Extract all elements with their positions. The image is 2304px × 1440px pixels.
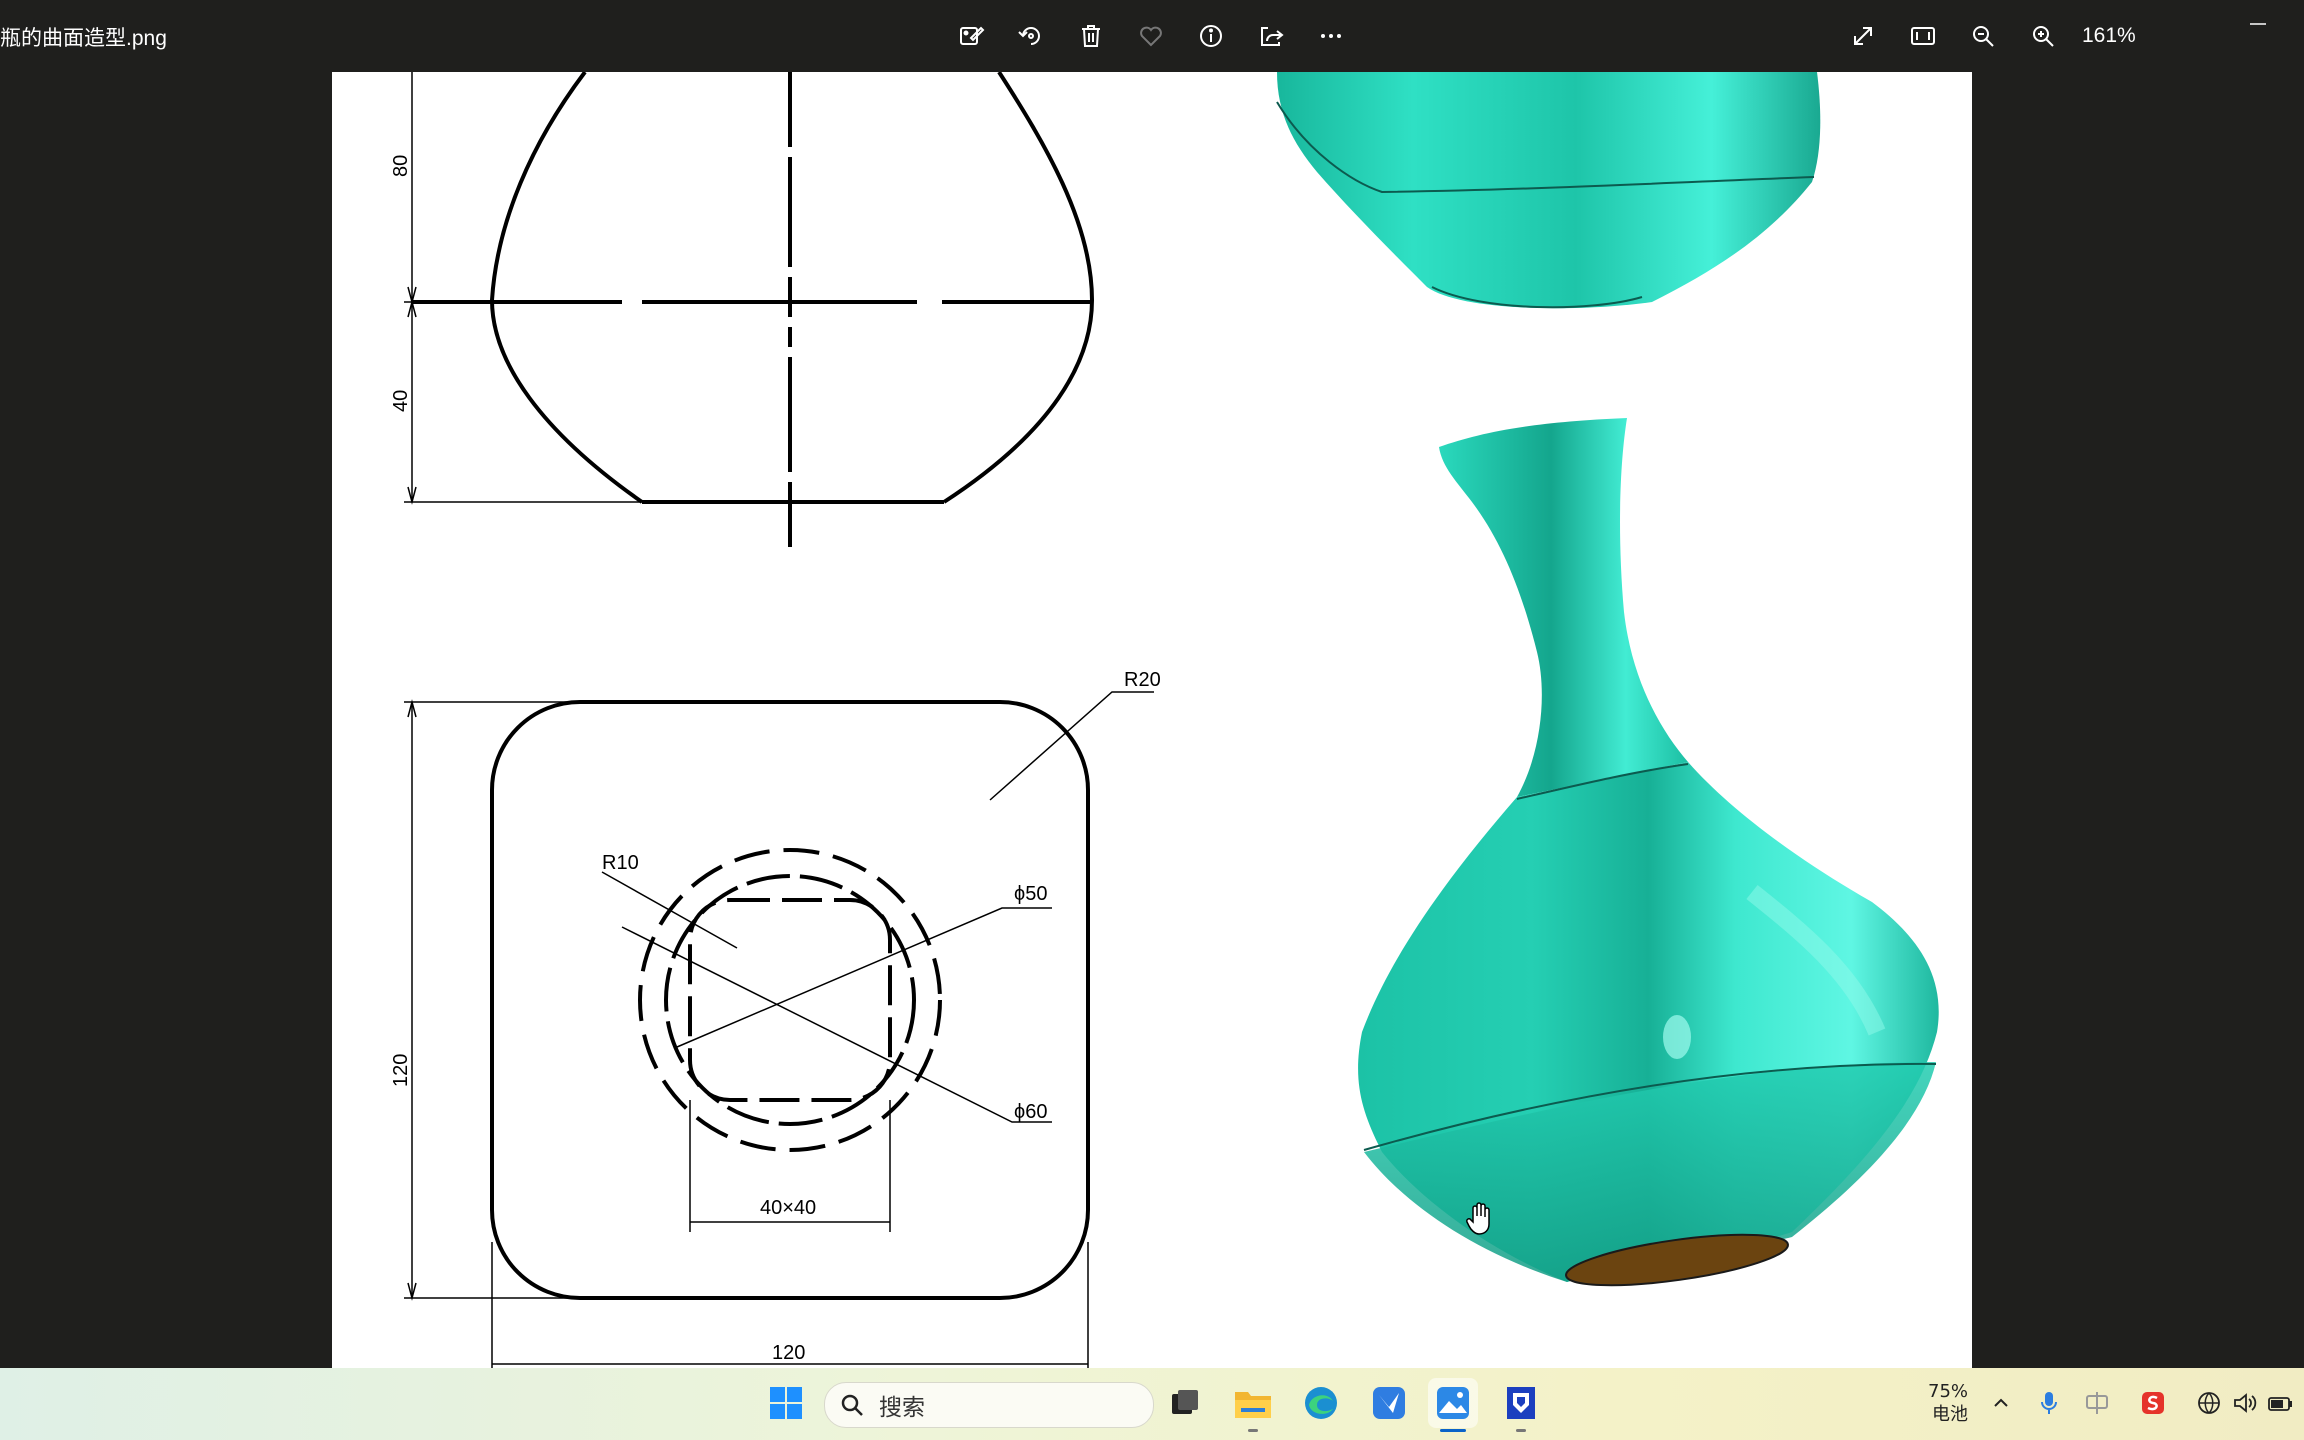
fullscreen-icon[interactable] <box>1843 16 1883 56</box>
task-view-icon[interactable] <box>1160 1378 1210 1428</box>
battery-icon[interactable] <box>2266 1388 2296 1418</box>
favorite-icon[interactable] <box>1131 16 1171 56</box>
file-explorer-icon[interactable] <box>1228 1378 1278 1432</box>
volume-icon[interactable] <box>2230 1388 2260 1418</box>
edge-icon[interactable] <box>1296 1378 1346 1428</box>
taskbar: 搜索 75% 电池 <box>0 1368 2304 1440</box>
share-icon[interactable] <box>1251 16 1291 56</box>
zoom-level-readout[interactable]: 161% <box>2082 24 2136 48</box>
delete-icon[interactable] <box>1071 16 1111 56</box>
phi50-label: ϕ50 <box>1014 883 1047 905</box>
phi60-label: ϕ60 <box>1014 1101 1047 1123</box>
rotate-icon[interactable] <box>1011 16 1051 56</box>
dim-40-label: 40 <box>390 390 412 412</box>
info-icon[interactable] <box>1191 16 1231 56</box>
sogou-ime-icon[interactable] <box>2138 1388 2168 1418</box>
search-box[interactable]: 搜索 <box>824 1382 1154 1428</box>
r20-label: R20 <box>1124 669 1161 691</box>
feishu-icon[interactable] <box>1364 1378 1414 1428</box>
r10-label: R10 <box>602 852 639 874</box>
start-icon[interactable] <box>761 1378 811 1428</box>
image-canvas[interactable]: 80 40 120 120 R20 R10 ϕ50 ϕ60 40×40 <box>332 72 1972 1368</box>
dim-80-label: 80 <box>390 155 412 177</box>
drawing-image: 80 40 120 120 R20 R10 ϕ50 ϕ60 40×40 <box>390 72 1939 1368</box>
title-toolbar: 瓶的曲面造型.png 161% <box>0 0 2304 72</box>
search-icon <box>841 1394 863 1416</box>
dim-40x40-label: 40×40 <box>760 1197 816 1219</box>
ime-icon[interactable] <box>2082 1388 2112 1418</box>
model-vase-3d <box>1358 418 1939 1287</box>
chevron-up-icon[interactable] <box>1986 1388 2016 1418</box>
minimize-icon[interactable] <box>2244 8 2274 38</box>
zoom-out-icon[interactable] <box>1963 16 2003 56</box>
photos-icon[interactable] <box>1428 1378 1478 1432</box>
battery-status[interactable]: 75% 电池 <box>1928 1380 1968 1426</box>
more-icon[interactable] <box>1311 16 1351 56</box>
search-placeholder: 搜索 <box>879 1395 925 1421</box>
dim-120-horizontal-label: 120 <box>772 1342 805 1364</box>
file-name-title: 瓶的曲面造型.png <box>0 27 167 50</box>
fit-window-icon[interactable] <box>1903 16 1943 56</box>
network-icon[interactable] <box>2194 1388 2224 1418</box>
front-view-drawing <box>404 72 1095 547</box>
cad-app-icon[interactable] <box>1496 1378 1546 1432</box>
battery-label: 电池 <box>1932 1404 1969 1425</box>
dim-120-vertical-label: 120 <box>390 1054 412 1087</box>
battery-percent: 75% <box>1928 1381 1969 1402</box>
microphone-icon[interactable] <box>2034 1388 2064 1418</box>
top-view-drawing <box>404 691 1154 1368</box>
edit-icon[interactable] <box>951 16 991 56</box>
model-top-view <box>1276 72 1821 309</box>
zoom-in-icon[interactable] <box>2023 16 2063 56</box>
